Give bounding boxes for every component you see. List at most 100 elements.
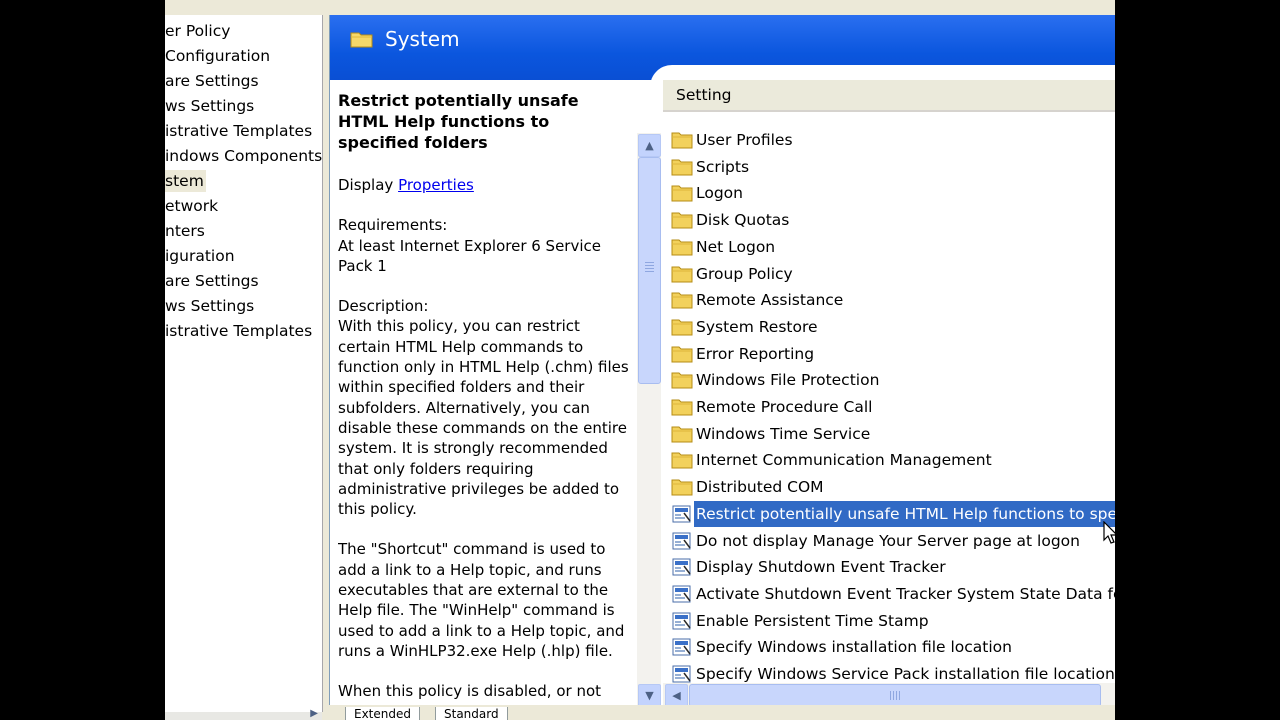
policy-row[interactable]: Display Shutdown Event Tracker xyxy=(663,554,1115,580)
row-label: User Profiles xyxy=(696,131,793,149)
folder-icon xyxy=(671,157,693,177)
folder-icon xyxy=(671,290,693,310)
tree-item[interactable]: er Policy xyxy=(165,20,232,42)
tree-item[interactable]: are Settings xyxy=(165,270,261,292)
row-label: Display Shutdown Event Tracker xyxy=(696,558,946,577)
policy-icon xyxy=(671,531,693,551)
row-label: Disk Quotas xyxy=(696,211,790,230)
row-label: Remote Assistance xyxy=(696,291,844,310)
row-label: Restrict potentially unsafe HTML Help fu… xyxy=(694,500,1115,527)
display-label: Display xyxy=(338,176,399,194)
tree-pane: er Policy Configuration are Settings ws Set… xyxy=(165,15,323,712)
tree-item[interactable]: nters xyxy=(165,220,207,242)
folder-row[interactable]: Disk Quotas xyxy=(663,207,1115,233)
list-horizontal-scrollbar[interactable]: ◀ xyxy=(663,683,1115,707)
folder-row[interactable]: Error Reporting xyxy=(663,341,1115,367)
policy-icon xyxy=(671,637,693,657)
tree-item[interactable]: indows Components xyxy=(165,145,322,167)
row-label: Do not display Manage Your Server page a… xyxy=(696,531,1080,550)
policy-title: Restrict potentially unsafe HTML Help fu… xyxy=(338,91,579,152)
policy-icon xyxy=(671,611,693,631)
policy-row[interactable]: Restrict potentially unsafe HTML Help fu… xyxy=(663,500,1115,527)
scroll-left-arrow-icon[interactable]: ◀ xyxy=(665,684,688,707)
row-label: Windows File Protection xyxy=(696,371,880,390)
folder-icon xyxy=(671,130,693,150)
row-label: Logon xyxy=(696,184,743,203)
scroll-right-arrow-icon[interactable]: ▶ xyxy=(310,708,318,719)
description-vertical-scrollbar[interactable]: ▲ ▼ xyxy=(637,133,661,708)
row-label: Enable Persistent Time Stamp xyxy=(696,611,929,630)
policy-icon xyxy=(671,584,693,604)
folder-row[interactable]: Remote Procedure Call xyxy=(663,394,1115,420)
row-label: System Restore xyxy=(696,317,818,336)
policy-row[interactable]: Activate Shutdown Event Tracker System S… xyxy=(663,581,1115,607)
description-text: Description: With this policy, you can r… xyxy=(338,297,629,519)
folder-row[interactable]: Internet Communication Management xyxy=(663,447,1115,473)
row-label: Windows Time Service xyxy=(696,424,871,443)
settings-list: Setting User Profiles Scripts Logon Disk Qu… xyxy=(663,80,1115,708)
folder-icon xyxy=(671,264,693,284)
tree-item[interactable]: Configuration xyxy=(165,45,272,67)
folder-row[interactable]: User Profiles xyxy=(663,127,1115,153)
folder-row[interactable]: Scripts xyxy=(663,154,1115,180)
row-label: Remote Procedure Call xyxy=(696,398,873,416)
mouse-cursor-icon xyxy=(1103,521,1115,544)
folder-icon xyxy=(671,424,693,444)
scroll-down-arrow-icon[interactable]: ▼ xyxy=(638,684,661,707)
folder-icon xyxy=(671,317,693,337)
setting-column-header[interactable]: Setting xyxy=(663,80,1115,112)
folder-icon xyxy=(671,344,693,364)
row-label: Specify Windows installation file locati… xyxy=(696,638,1012,657)
folder-row[interactable]: Remote Assistance xyxy=(663,287,1115,313)
folder-row[interactable]: Net Logon xyxy=(663,234,1115,260)
folder-row[interactable]: Windows File Protection xyxy=(663,367,1115,393)
tree-item[interactable]: istrative Templates xyxy=(165,320,314,342)
folder-icon xyxy=(671,397,693,417)
row-label: Activate Shutdown Event Tracker System S… xyxy=(696,584,1115,603)
horizontal-scroll-thumb[interactable] xyxy=(689,684,1101,707)
row-label: Net Logon xyxy=(696,237,776,256)
row-label: Distributed COM xyxy=(696,478,824,497)
tab-standard[interactable]: Standard xyxy=(435,707,508,720)
requirements-text: Requirements: At least Internet Explorer… xyxy=(338,216,601,275)
tree-horizontal-scrollbar[interactable]: ▶ xyxy=(165,708,322,720)
folder-icon xyxy=(671,450,693,470)
shortcut-text: The "Shortcut" command is used to add a … xyxy=(338,540,625,660)
extended-description: Restrict potentially unsafe HTML Help fu… xyxy=(338,90,633,705)
policy-row[interactable]: Specify Windows installation file locati… xyxy=(663,634,1115,660)
folder-icon xyxy=(671,183,693,203)
row-label: Internet Communication Management xyxy=(696,451,992,470)
tree-item[interactable]: stem xyxy=(165,170,206,192)
tree-item[interactable]: ws Settings xyxy=(165,295,256,317)
policy-row[interactable]: Enable Persistent Time Stamp xyxy=(663,608,1115,634)
view-tabs: Extended Standard xyxy=(329,705,1115,720)
policy-icon xyxy=(671,557,693,577)
tab-extended[interactable]: Extended xyxy=(345,707,420,720)
tree-item[interactable]: ws Settings xyxy=(165,95,256,117)
tree-item[interactable]: iguration xyxy=(165,245,237,267)
section-title: System xyxy=(385,27,460,51)
details-pane: System Restrict potentially unsafe HTML … xyxy=(329,15,1115,720)
setting-column-label: Setting xyxy=(676,86,732,104)
folder-icon xyxy=(671,477,693,497)
vertical-scroll-thumb[interactable] xyxy=(638,157,661,384)
policy-row[interactable]: Do not display Manage Your Server page a… xyxy=(663,528,1115,554)
folder-icon xyxy=(671,237,693,257)
scroll-up-arrow-icon[interactable]: ▲ xyxy=(638,134,661,157)
folder-row[interactable]: Windows Time Service xyxy=(663,421,1115,447)
folder-icon xyxy=(671,210,693,230)
tree-item[interactable]: are Settings xyxy=(165,70,261,92)
tree-item[interactable]: istrative Templates xyxy=(165,120,314,142)
folder-row[interactable]: Logon xyxy=(663,180,1115,206)
row-label: Scripts xyxy=(696,157,750,176)
policy-icon xyxy=(671,664,693,684)
folder-row[interactable]: Distributed COM xyxy=(663,474,1115,500)
properties-link[interactable]: Properties xyxy=(398,176,474,194)
tree-item[interactable]: etwork xyxy=(165,195,220,217)
folder-row[interactable]: System Restore xyxy=(663,314,1115,340)
folder-row[interactable]: Group Policy xyxy=(663,261,1115,287)
mmc-window: er Policy Configuration are Settings ws Set… xyxy=(165,0,1115,720)
display-properties: Display Properties xyxy=(338,175,633,195)
row-label: Error Reporting xyxy=(696,344,815,363)
row-label: Group Policy xyxy=(696,264,793,283)
